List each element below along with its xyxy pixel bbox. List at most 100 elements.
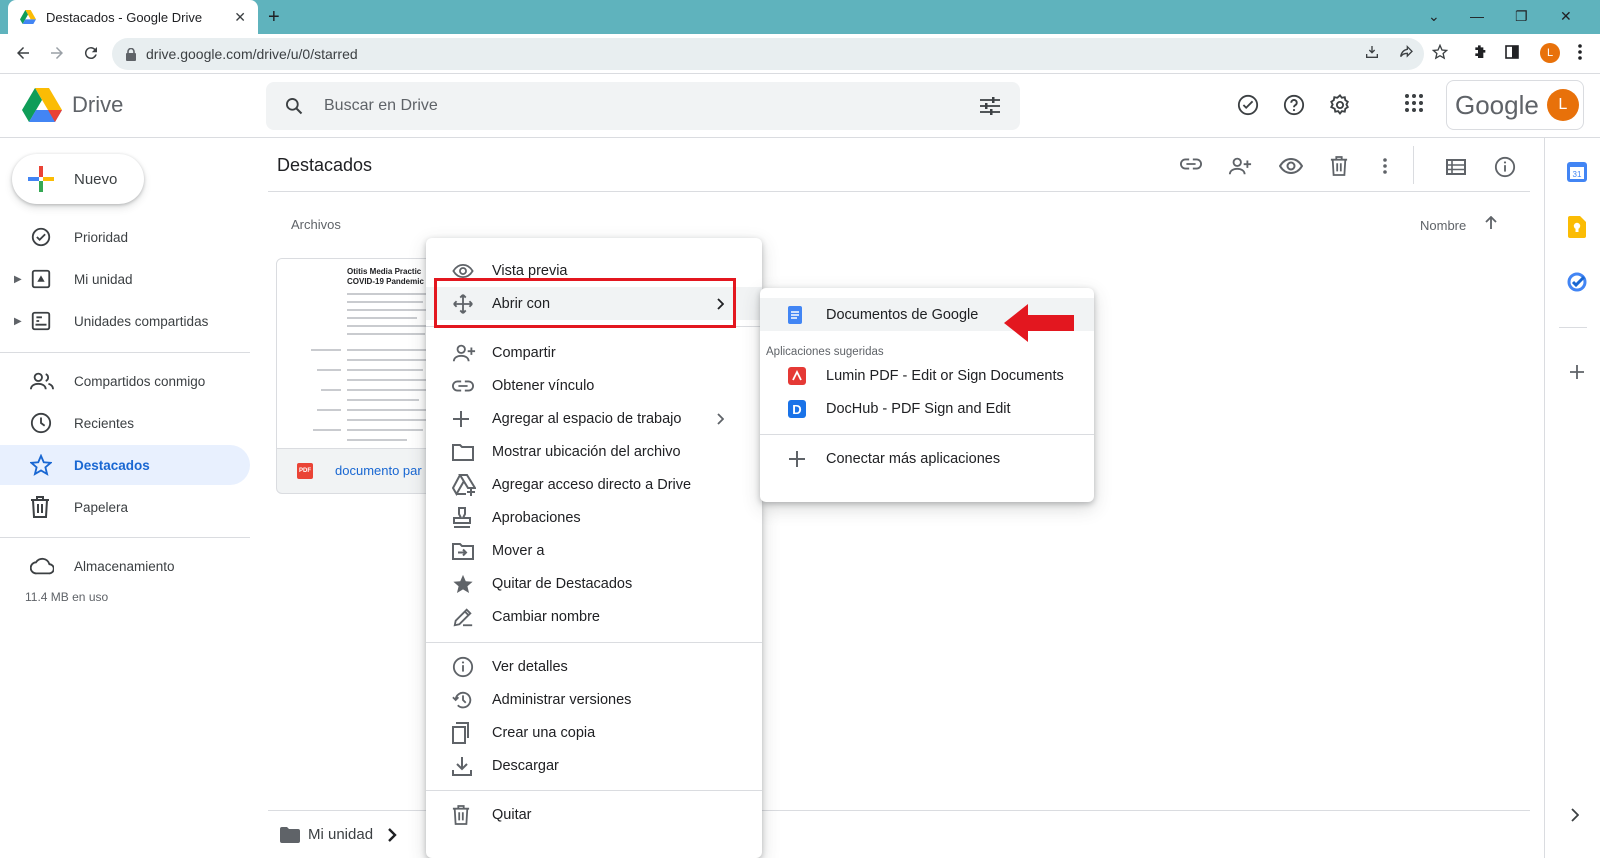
submenu-item-lumin-pdf[interactable]: Lumin PDF - Edit or Sign Documents xyxy=(760,359,1094,392)
submenu-item-label: Lumin PDF - Edit or Sign Documents xyxy=(826,367,1064,384)
sidebar-item-almacenamiento[interactable]: Almacenamiento xyxy=(0,546,250,586)
preview-eye-icon[interactable] xyxy=(1279,158,1303,174)
trash-icon xyxy=(30,496,50,518)
sidebar-item-label: Papelera xyxy=(74,499,129,515)
drive-shortcut-icon xyxy=(452,473,476,496)
drive-logo[interactable]: Drive xyxy=(22,88,123,122)
calendar-icon[interactable]: 31 xyxy=(1567,162,1587,182)
offline-ready-icon[interactable] xyxy=(1237,94,1259,116)
sidebar-item-mi-unidad[interactable]: ▶ Mi unidad xyxy=(0,259,250,299)
link-icon[interactable] xyxy=(1180,158,1202,170)
lock-icon[interactable] xyxy=(126,47,136,61)
submenu-item-conectar-apps[interactable]: Conectar más aplicaciones xyxy=(760,442,1094,475)
header-divider xyxy=(268,191,1530,192)
app-name: Drive xyxy=(72,92,124,117)
side-panel-icon[interactable] xyxy=(1504,44,1520,60)
folder-icon xyxy=(452,443,474,461)
menu-separator xyxy=(426,642,762,643)
menu-item-cambiar-nombre[interactable]: Cambiar nombre xyxy=(426,600,762,633)
browser-menu-icon[interactable] xyxy=(1578,44,1582,60)
menu-item-ver-detalles[interactable]: Ver detalles xyxy=(426,650,762,683)
sort-by-name[interactable]: Nombre xyxy=(1420,218,1466,233)
menu-item-label: Agregar al espacio de trabajo xyxy=(492,410,682,427)
drive-header: Drive Buscar en Drive Google L xyxy=(0,74,1600,138)
menu-item-administrar-versiones[interactable]: Administrar versiones xyxy=(426,683,762,716)
maximize-icon[interactable]: ❐ xyxy=(1515,8,1528,25)
menu-item-crear-copia[interactable]: Crear una copia xyxy=(426,716,762,749)
chevron-right-icon xyxy=(387,827,397,843)
tasks-icon[interactable] xyxy=(1567,272,1587,292)
bookmark-star-icon[interactable] xyxy=(1432,44,1448,60)
menu-item-descargar[interactable]: Descargar xyxy=(426,749,762,782)
sidebar-item-papelera[interactable]: Papelera xyxy=(0,487,250,527)
forward-icon[interactable] xyxy=(48,44,66,62)
menu-item-compartir[interactable]: Compartir xyxy=(426,336,762,369)
sidebar-item-unidades-compartidas[interactable]: ▶ Unidades compartidas xyxy=(0,301,250,341)
account-switcher[interactable]: Google L xyxy=(1446,80,1584,130)
share-icon[interactable] xyxy=(1398,44,1414,60)
back-icon[interactable] xyxy=(14,44,32,62)
share-person-icon[interactable] xyxy=(1228,156,1252,176)
browser-profile-avatar[interactable]: L xyxy=(1540,43,1560,63)
details-info-icon[interactable] xyxy=(1494,156,1516,178)
search-icon[interactable] xyxy=(284,96,304,116)
settings-gear-icon[interactable] xyxy=(1329,94,1351,116)
info-icon xyxy=(452,656,474,678)
sort-arrow-up-icon[interactable] xyxy=(1485,216,1497,230)
move-to-icon xyxy=(452,542,474,560)
menu-item-quitar[interactable]: Quitar xyxy=(426,798,762,831)
menu-item-label: Descargar xyxy=(492,757,559,774)
reload-icon[interactable] xyxy=(82,44,100,62)
help-icon[interactable] xyxy=(1283,94,1305,116)
expand-caret-icon[interactable]: ▶ xyxy=(14,274,22,285)
menu-item-agregar-acceso-directo[interactable]: Agregar acceso directo a Drive xyxy=(426,468,762,501)
expand-panel-chevron-icon[interactable] xyxy=(1571,808,1579,822)
search-options-icon[interactable] xyxy=(980,97,1000,115)
breadcrumb-item-mi-unidad[interactable]: Mi unidad xyxy=(308,826,373,843)
minimize-icon[interactable]: — xyxy=(1470,8,1484,24)
sidebar-item-prioridad[interactable]: Prioridad xyxy=(0,217,250,257)
my-drive-icon xyxy=(30,268,52,290)
clock-icon xyxy=(30,412,52,434)
more-actions-icon[interactable] xyxy=(1383,158,1387,174)
new-button[interactable]: Nuevo xyxy=(12,154,144,204)
menu-item-aprobaciones[interactable]: Aprobaciones xyxy=(426,501,762,534)
sidebar-item-destacados[interactable]: Destacados xyxy=(0,445,250,485)
link-icon xyxy=(452,380,474,392)
address-bar[interactable]: drive.google.com/drive/u/0/starred xyxy=(112,38,1424,70)
close-window-icon[interactable]: ✕ xyxy=(1560,8,1572,25)
priority-icon xyxy=(30,226,52,248)
menu-item-mostrar-ubicacion[interactable]: Mostrar ubicación del archivo xyxy=(426,435,762,468)
tab-close-icon[interactable]: ✕ xyxy=(234,9,246,26)
sidebar-item-compartidos-conmigo[interactable]: Compartidos conmigo xyxy=(0,361,250,401)
apps-grid-icon[interactable] xyxy=(1405,94,1423,112)
expand-caret-icon[interactable]: ▶ xyxy=(14,316,22,327)
menu-item-label: Crear una copia xyxy=(492,724,596,741)
submenu-item-dochub[interactable]: D DocHub - PDF Sign and Edit xyxy=(760,392,1094,425)
menu-item-quitar-destacados[interactable]: Quitar de Destacados xyxy=(426,567,762,600)
star-icon xyxy=(30,454,52,476)
new-tab-icon[interactable]: + xyxy=(268,6,280,29)
browser-tab[interactable]: Destacados - Google Drive ✕ xyxy=(8,0,258,34)
extensions-icon[interactable] xyxy=(1472,44,1488,60)
list-view-icon[interactable] xyxy=(1446,159,1466,175)
keep-icon[interactable] xyxy=(1568,216,1586,238)
search-bar[interactable]: Buscar en Drive xyxy=(266,82,1020,130)
add-addon-icon[interactable] xyxy=(1569,364,1585,380)
menu-item-label: Mostrar ubicación del archivo xyxy=(492,443,681,460)
drive-logo-icon xyxy=(22,88,62,122)
tab-title: Destacados - Google Drive xyxy=(46,9,203,25)
sidebar-item-recientes[interactable]: Recientes xyxy=(0,403,250,443)
submenu-item-label: Conectar más aplicaciones xyxy=(826,450,1001,467)
person-add-icon xyxy=(452,343,476,363)
account-avatar[interactable]: L xyxy=(1546,89,1579,121)
install-icon[interactable] xyxy=(1364,44,1380,60)
search-input[interactable]: Buscar en Drive xyxy=(324,97,980,115)
menu-item-obtener-vinculo[interactable]: Obtener vínculo xyxy=(426,369,762,402)
menu-item-agregar-espacio-trabajo[interactable]: Agregar al espacio de trabajo xyxy=(426,402,762,435)
file-name[interactable]: documento par xyxy=(335,463,422,478)
tab-search-icon[interactable]: ⌄ xyxy=(1428,8,1440,25)
delete-trash-icon[interactable] xyxy=(1330,156,1348,176)
file-card[interactable]: Otitis Media Practic COVID-19 Pandemic P… xyxy=(276,258,436,494)
menu-item-mover-a[interactable]: Mover a xyxy=(426,534,762,567)
